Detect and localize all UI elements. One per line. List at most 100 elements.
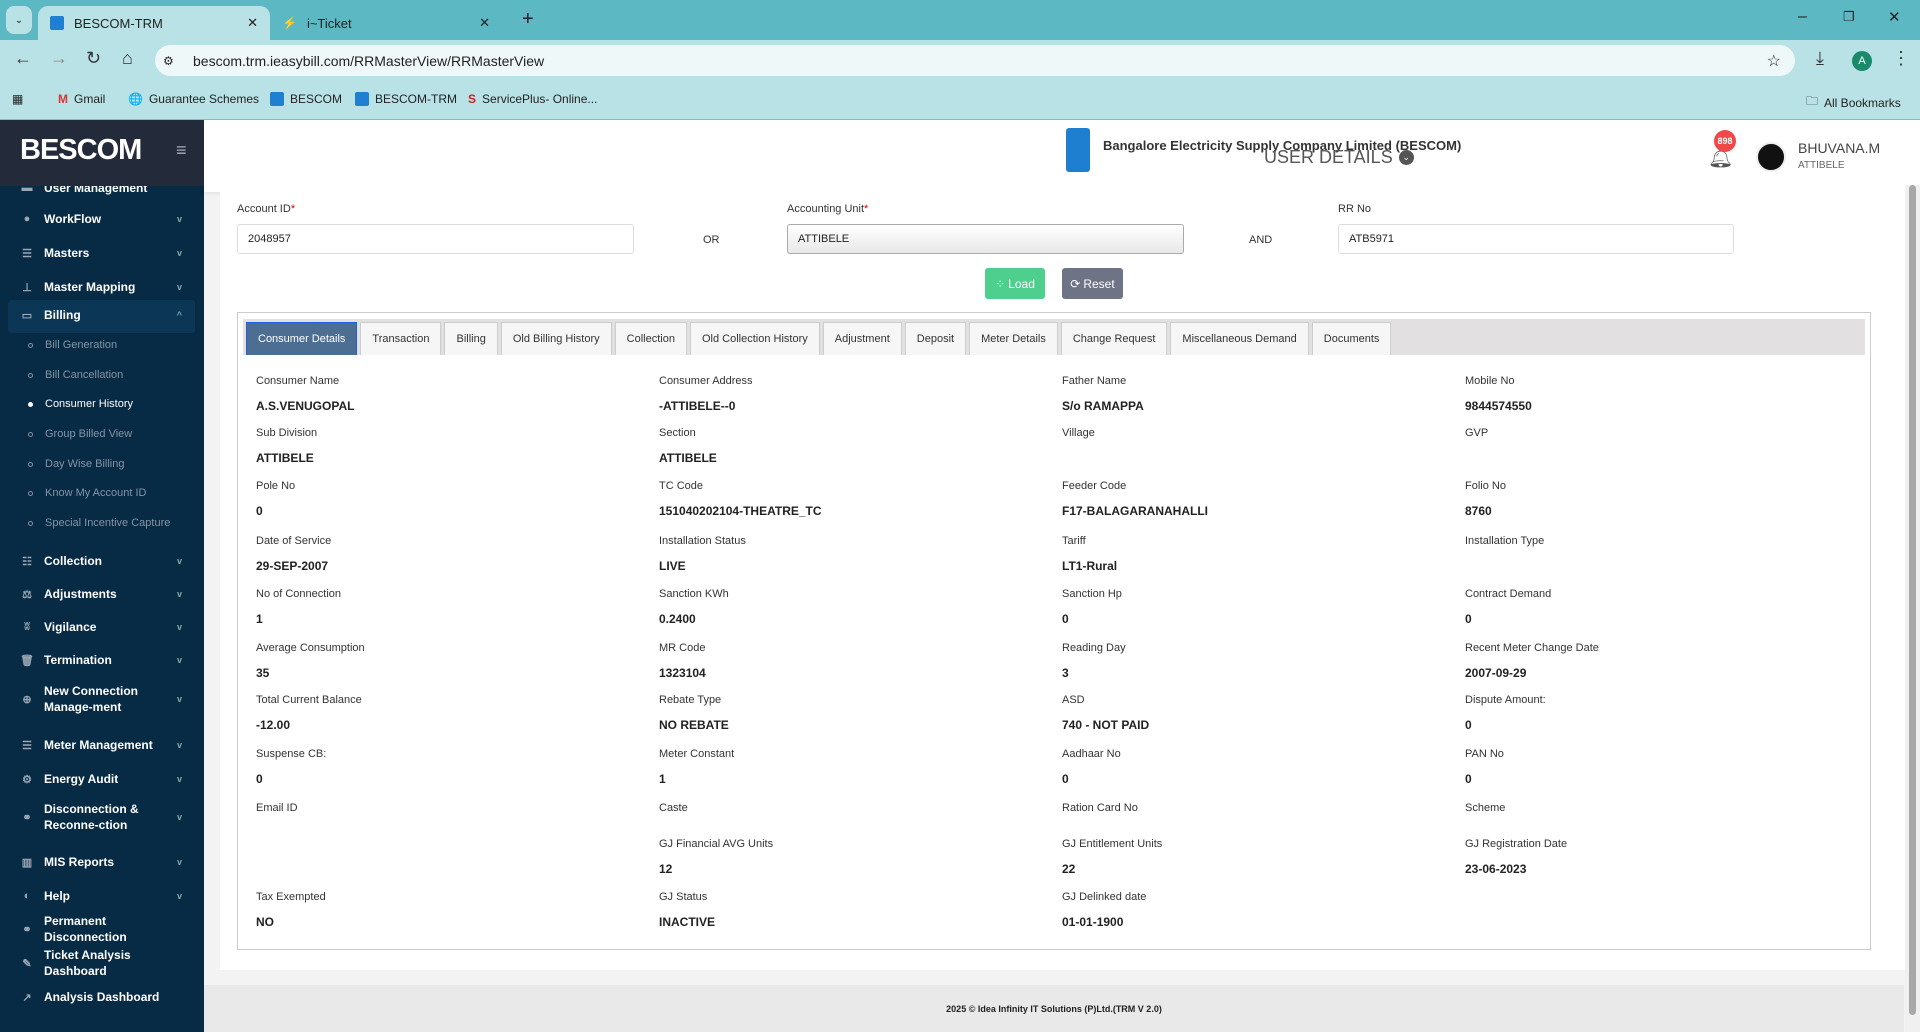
sidebar-item-new-connection-manage-ment[interactable]: ⊕ New Connection Manage-ment v [0,680,204,718]
installation-status-value: LIVE [659,559,686,573]
rr-no-input[interactable]: ATB5971 [1338,224,1734,254]
browser-tab-iticket[interactable]: ⚡ i~Ticket ✕ [270,6,502,40]
bookmark-bescom-trm[interactable]: BESCOM-TRM [355,92,457,106]
url-input[interactable]: ⚙ bescom.trm.ieasybill.com/RRMasterView/… [155,45,1795,76]
subitem-label: Day Wise Billing [45,458,125,470]
dispute-amount-value: 0 [1465,718,1472,732]
tab-old-billing-history[interactable]: Old Billing History [500,322,612,355]
menu-icon[interactable]: ⋮ [1892,48,1910,69]
sidebar-subitem-know-my-account-id[interactable]: Know My Account ID [28,487,147,499]
balance-icon: ⚖ [22,588,32,601]
tab-consumer-details[interactable]: Consumer Details [246,322,358,355]
close-tab-icon[interactable]: ✕ [247,15,258,31]
bookmark-gmail[interactable]: M Gmail [58,92,105,106]
browser-tab-bescom-trm[interactable]: BESCOM-TRM ✕ [38,6,270,40]
tab-old-collection-history[interactable]: Old Collection History [689,322,820,355]
sidebar-item-termination[interactable]: 🗑︎ Termination v [0,645,204,675]
all-bookmarks[interactable]: 🗀 All Bookmarks [1806,92,1901,113]
chevron-down-icon: v [176,740,182,750]
home-icon[interactable]: ⌂ [122,48,133,69]
bookmark-star-icon[interactable]: ☆ [1767,51,1781,71]
minimize-button[interactable]: – [1798,8,1807,26]
no-of-connection-label: No of Connection [256,588,341,600]
sidebar-item-adjustments[interactable]: ⚖ Adjustments v [0,579,204,609]
tab-change-request[interactable]: Change Request [1060,322,1168,355]
subitem-label: Special Incentive Capture [45,517,171,529]
sidebar-item-master-mapping[interactable]: ⊥ Master Mapping v [0,272,204,302]
close-window-button[interactable]: ✕ [1888,8,1901,26]
bookmark-bescom[interactable]: BESCOM [270,92,342,106]
profile-avatar[interactable]: A [1852,51,1872,71]
sidebar-item-billing[interactable]: ▭ Billing ^ [0,300,204,330]
account-id-input[interactable]: 2048957 [237,224,634,254]
sanction-kwh-label: Sanction KWh [659,588,729,600]
sidebar-item-meter-management[interactable]: ☰ Meter Management v [0,730,204,760]
sidebar-item-workflow[interactable]: ● WorkFlow v [0,204,204,234]
sidebar-item-disconnection-reconne-ction[interactable]: ⚭ Disconnection & Reconne-ction v [0,798,204,836]
meter-constant-label: Meter Constant [659,748,735,760]
sanction-hp-value: 0 [1062,612,1069,626]
user-details-dropdown[interactable]: USER DETAILS ⌄ [1264,147,1414,168]
tab-transaction[interactable]: Transaction [360,322,442,355]
tariff-label: Tariff [1062,535,1086,547]
load-button[interactable]: ⁘ Load [985,268,1045,299]
bookmarks-bar: ▦ M Gmail 🌐 Guarantee Schemes BESCOM BESCO… [0,80,1920,120]
plus-circle-icon: ⊕ [22,693,32,706]
user-avatar[interactable] [1756,142,1786,172]
sidebar-item-label: Termination [44,652,112,667]
sidebar-item-permanent-disconnection[interactable]: ⚭ Permanent Disconnection [0,914,204,944]
sidebar-item-mis-reports[interactable]: ▥ MIS Reports v [0,847,204,877]
sidebar-item-energy-audit[interactable]: ⚙ Energy Audit v [0,764,204,794]
apps-icon[interactable]: ▦ [12,92,23,106]
sidebar-subitem-consumer-history[interactable]: Consumer History [28,398,133,410]
tab-miscellaneous-demand[interactable]: Miscellaneous Demand [1170,322,1309,355]
date-of-service-label: Date of Service [256,535,332,547]
sidebar-subitem-bill-cancellation[interactable]: Bill Cancellation [28,369,123,381]
sidebar-subitem-special-incentive-capture[interactable]: Special Incentive Capture [28,517,170,529]
tab-deposit[interactable]: Deposit [904,322,967,355]
accounting-unit-select[interactable]: ATTIBELE [787,224,1184,254]
new-tab-button[interactable]: + [522,8,534,31]
user-name: BHUVANA.M [1798,140,1881,156]
globe-icon: 🌐 [128,92,143,106]
close-tab-icon[interactable]: ✕ [479,15,490,31]
restore-button[interactable]: ❐ [1843,9,1855,25]
sidebar-item-analysis-dashboard[interactable]: ↗ Analysis Dashboard [0,982,204,1012]
tab-collection[interactable]: Collection [614,322,687,355]
sidebar-item-collection[interactable]: ☷ Collection v [0,546,204,576]
download-icon[interactable]: ⤓ [1816,48,1824,69]
reload-icon[interactable]: ↻ [86,48,101,69]
reset-button[interactable]: ⟳ Reset [1062,268,1123,299]
site-info-icon[interactable]: ⚙ [163,54,174,68]
scheme-label: Scheme [1465,802,1506,814]
tab-documents[interactable]: Documents [1311,322,1392,355]
bookmark-serviceplus[interactable]: S ServicePlus- Online... [468,92,597,106]
bookmark-guarantee-schemes[interactable]: 🌐 Guarantee Schemes [128,92,259,106]
sidebar-item-help[interactable]: ◐ Help v [0,881,204,911]
url-text: bescom.trm.ieasybill.com/RRMasterView/RR… [193,52,545,69]
sidebar-subitem-bill-generation[interactable]: Bill Generation [28,339,117,351]
chevron-down-icon: v [176,812,182,822]
chevron-down-icon: v [176,857,182,867]
sidebar-item-ticket-analysis-dashboard[interactable]: ✎ Ticket Analysis Dashboard [0,948,204,978]
scrollbar-thumb[interactable] [1909,185,1916,1015]
sidebar-item-masters[interactable]: ☰ Masters v [0,238,204,268]
sidebar-item-label: Master Mapping [44,279,136,294]
tab-adjustment[interactable]: Adjustment [822,322,902,355]
asd-label: ASD [1062,694,1085,706]
sidebar-subitem-day-wise-billing[interactable]: Day Wise Billing [28,458,124,470]
sidebar-subitem-group-billed-view[interactable]: Group Billed View [28,428,132,440]
bar-chart-icon: ▥ [21,856,33,869]
suspense-cb-label: Suspense CB: [256,748,327,760]
tab-billing[interactable]: Billing [444,322,498,355]
hamburger-menu-icon[interactable]: ≡ [176,140,187,161]
forward-icon[interactable]: → [50,48,68,69]
tab-meter-details[interactable]: Meter Details [969,322,1058,355]
chevron-down-icon: v [176,248,182,258]
sidebar-item-vigilance[interactable]: ʬ Vigilance v [0,612,204,642]
tab-search-button[interactable]: ⌄ [6,6,32,34]
back-icon[interactable]: ← [14,48,32,69]
meter-constant-value: 1 [659,772,666,786]
sidebar-item-label: Disconnection & Reconne-ction [44,801,139,832]
page-scrollbar[interactable] [1905,185,1920,1032]
